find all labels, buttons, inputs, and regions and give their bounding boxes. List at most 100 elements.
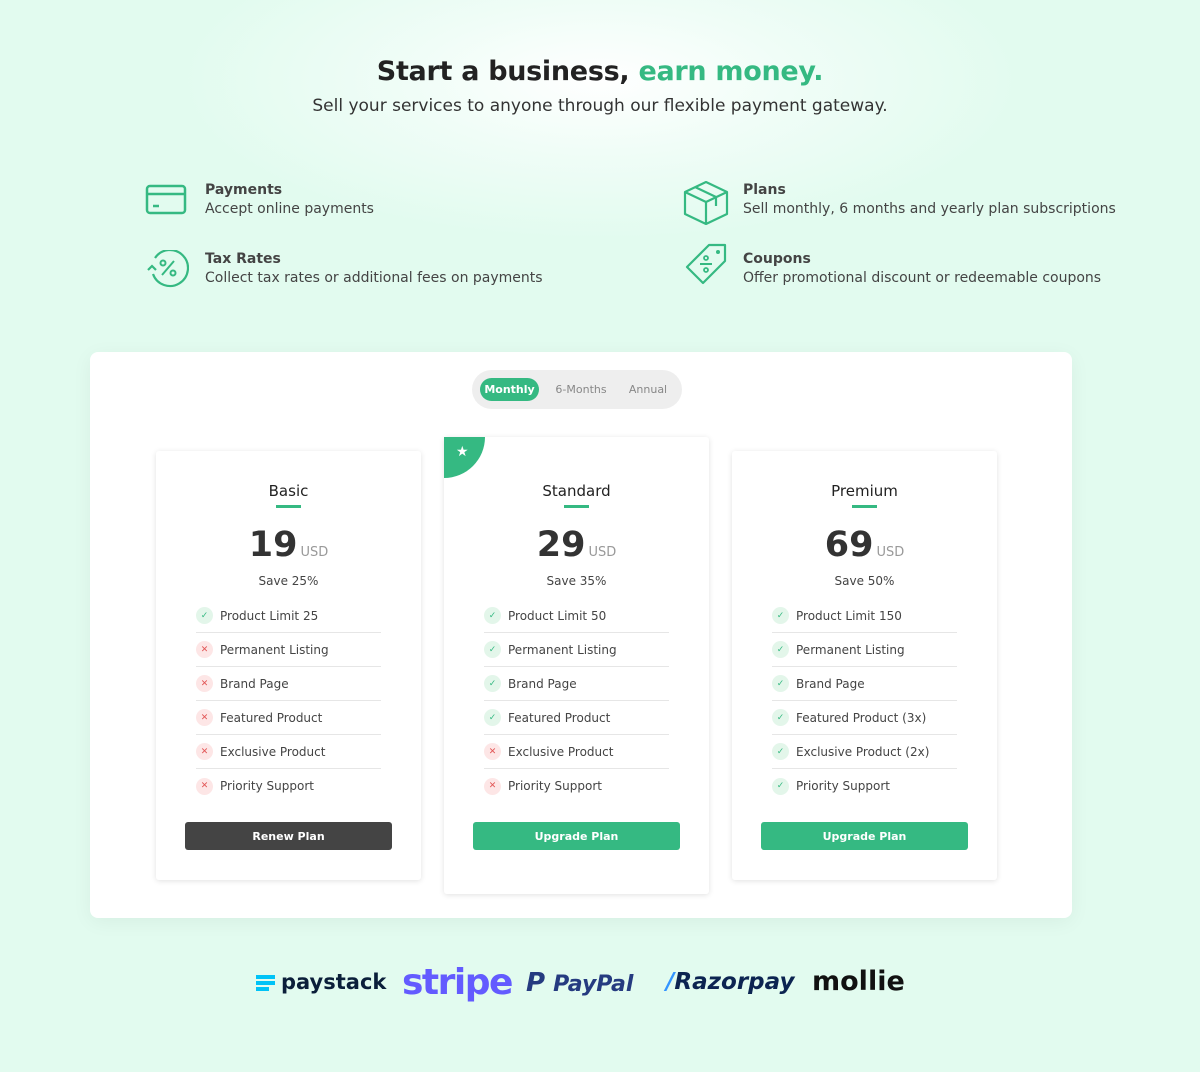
plan-feature: ✓ Brand Page <box>772 667 957 701</box>
check-icon: ✓ <box>772 777 789 795</box>
check-icon: ✓ <box>484 709 501 726</box>
plan-feature: ✓ Product Limit 50 <box>484 599 669 633</box>
plan-price: 69 USD <box>732 525 997 565</box>
payment-gateways: paystack stripe P PayPal /Razorpay mollie <box>0 962 1200 1006</box>
plan-feature: ✓ Product Limit 25 <box>196 599 381 633</box>
billing-toggle: Monthly 6-Months Annual <box>472 370 682 409</box>
box-icon <box>683 181 729 225</box>
title-accent: earn money. <box>638 56 824 87</box>
credit-card-icon <box>145 184 187 215</box>
plan-savings: Save 50% <box>834 574 895 588</box>
feature-label: Brand Page <box>220 676 289 691</box>
plan-feature: ✓ Permanent Listing <box>772 633 957 667</box>
plan-feature: ✓ Product Limit 150 <box>772 599 957 633</box>
stripe-logo: stripe <box>402 962 513 1003</box>
title-main: Start a business, <box>376 56 630 87</box>
feature-title: Payments <box>205 182 283 198</box>
price-currency: USD <box>588 545 617 560</box>
feature-label: Exclusive Product <box>508 744 614 759</box>
price-amount: 29 <box>536 525 586 565</box>
plan-feature: ✕ Exclusive Product <box>196 735 381 769</box>
check-icon: ✓ <box>772 743 789 760</box>
feature-label: Priority Support <box>796 779 890 793</box>
hero-subtitle: Sell your services to anyone through our… <box>312 96 888 116</box>
plan-feature: ✕ Priority Support <box>196 769 381 803</box>
cross-icon: ✕ <box>484 743 501 760</box>
price-currency: USD <box>876 545 905 560</box>
price-currency: USD <box>300 545 329 560</box>
plan-feature: ✕ Brand Page <box>196 667 381 701</box>
feature-label: Featured Product <box>508 710 611 725</box>
check-icon: ✓ <box>196 607 213 624</box>
feature-title: Coupons <box>743 251 811 267</box>
feature-label: Brand Page <box>508 676 577 691</box>
feature-label: Product Limit 25 <box>220 608 319 623</box>
mollie-logo: mollie <box>812 966 905 997</box>
upgrade-plan-button[interactable]: Upgrade Plan <box>473 822 680 850</box>
plan-feature: ✓ Brand Page <box>484 667 669 701</box>
paypal-logo: P PayPal <box>526 968 634 998</box>
plan-feature-list: ✓ Product Limit 25 ✕ Permanent Listing ✕ Bran… <box>196 599 381 803</box>
hero-title: Start a business, earn money. <box>0 56 1200 87</box>
renew-plan-button[interactable]: Renew Plan <box>185 822 392 850</box>
plan-feature: ✓ Exclusive Product (2x) <box>772 735 957 769</box>
plan-feature: ✕ Exclusive Product <box>484 735 669 769</box>
plan-savings: Save 35% <box>546 574 607 588</box>
plan-feature: ✓ Featured Product (3x) <box>772 701 957 735</box>
cross-icon: ✕ <box>196 641 213 658</box>
price-amount: 69 <box>824 525 874 565</box>
check-icon: ✓ <box>772 641 789 658</box>
feature-desc: Accept online payments <box>205 201 374 217</box>
title-underline <box>852 505 877 508</box>
plan-feature: ✕ Featured Product <box>196 701 381 735</box>
cross-icon: ✕ <box>196 743 213 760</box>
feature-label: Exclusive Product (2x) <box>796 744 930 759</box>
feature-desc: Offer promotional discount or redeemable… <box>743 270 1102 286</box>
plan-name: Standard <box>542 482 611 500</box>
plan-name: Basic <box>268 482 309 500</box>
cross-icon: ✕ <box>484 777 501 795</box>
toggle-6-months[interactable]: 6-Months <box>548 378 614 401</box>
plan-feature: ✓ Featured Product <box>484 701 669 735</box>
cross-icon: ✕ <box>196 675 213 692</box>
plan-feature: ✕ Permanent Listing <box>196 633 381 667</box>
title-underline <box>564 505 589 508</box>
cross-icon: ✕ <box>196 777 213 795</box>
plan-card-premium: Premium 69 USD Save 50% ✓ Product Limit 15… <box>732 451 997 880</box>
paystack-logo: paystack <box>256 970 386 994</box>
feature-label: Priority Support <box>220 779 314 793</box>
feature-label: Exclusive Product <box>220 744 326 759</box>
feature-label: Priority Support <box>508 779 602 793</box>
plan-name: Premium <box>831 482 898 500</box>
feature-label: Featured Product <box>220 710 323 725</box>
feature-desc: Sell monthly, 6 months and yearly plan s… <box>743 201 1116 217</box>
plan-feature-list: ✓ Product Limit 50 ✓ Permanent Listing ✓ Bran… <box>484 599 669 803</box>
plan-card-basic: Basic 19 USD Save 25% ✓ Product Limit 25 ✕ P… <box>156 451 421 880</box>
title-underline <box>276 505 301 508</box>
feature-label: Brand Page <box>796 676 865 691</box>
plan-feature: ✓ Priority Support <box>772 769 957 803</box>
feature-label: Permanent Listing <box>220 642 329 657</box>
feature-title: Plans <box>743 182 786 198</box>
razorpay-logo: /Razorpay <box>666 969 795 995</box>
feature-label: Product Limit 50 <box>508 608 607 623</box>
pricing-panel: Monthly 6-Months Annual Basic 19 USD Save… <box>90 352 1072 918</box>
price-amount: 19 <box>248 525 298 565</box>
feature-desc: Collect tax rates or additional fees on … <box>205 270 543 286</box>
percent-cycle-icon <box>147 250 189 288</box>
feature-label: Featured Product (3x) <box>796 710 927 725</box>
check-icon: ✓ <box>772 607 789 624</box>
upgrade-plan-button[interactable]: Upgrade Plan <box>761 822 968 850</box>
toggle-annual[interactable]: Annual <box>622 378 674 401</box>
feature-label: Permanent Listing <box>796 642 905 657</box>
toggle-monthly[interactable]: Monthly <box>480 378 539 401</box>
plan-feature-list: ✓ Product Limit 150 ✓ Permanent Listing ✓ Bra… <box>772 599 957 803</box>
feature-label: Product Limit 150 <box>796 608 902 623</box>
cross-icon: ✕ <box>196 709 213 726</box>
check-icon: ✓ <box>484 675 501 692</box>
plan-price: 29 USD <box>444 525 709 565</box>
check-icon: ✓ <box>484 607 501 624</box>
plan-feature: ✓ Permanent Listing <box>484 633 669 667</box>
tag-icon <box>685 243 727 285</box>
check-icon: ✓ <box>484 641 501 658</box>
